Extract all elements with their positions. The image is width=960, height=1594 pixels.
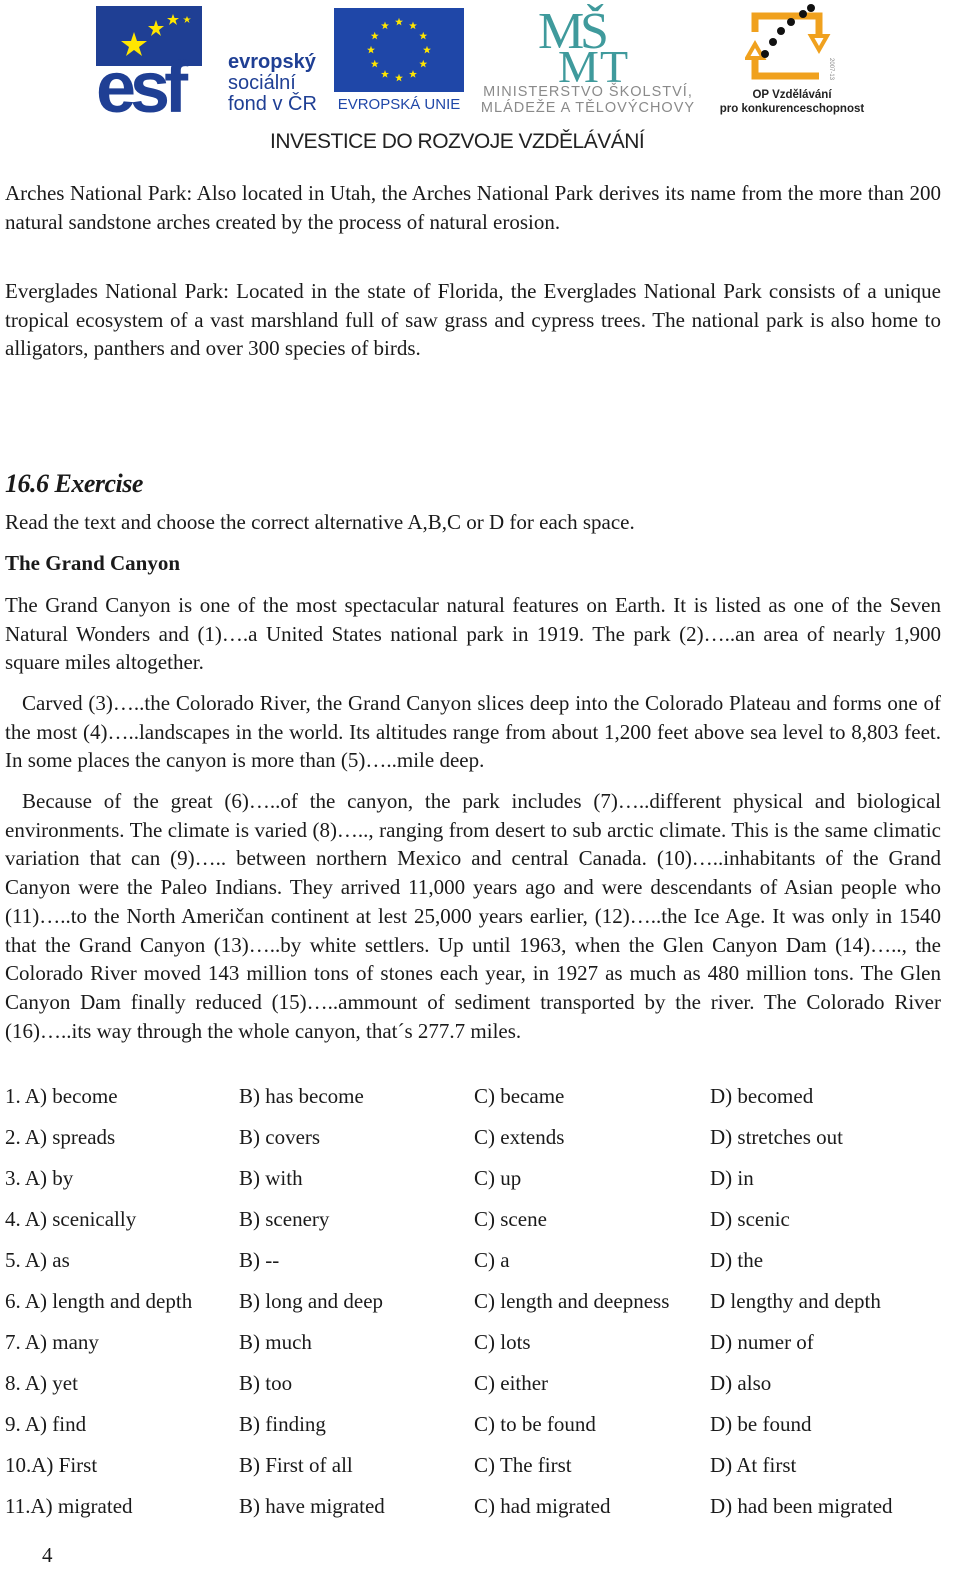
eu-flag-icon: [334, 8, 464, 92]
msmt-logo-icon: M Š M T: [538, 4, 628, 82]
option-b: B) covers: [239, 1125, 321, 1149]
funding-logos-header: esf evropský sociální fond v ČR EVROPSKÁ…: [0, 0, 960, 165]
passage-paragraph-3: Because of the great (6)…..of the canyon…: [5, 789, 941, 1043]
option-d: D) stretches out: [710, 1125, 843, 1149]
passage-title: The Grand Canyon: [5, 551, 181, 575]
option-b: B) has become: [239, 1084, 364, 1108]
option-c: C) scene: [474, 1207, 547, 1231]
option-a: 11.A) migrated: [5, 1494, 133, 1518]
option-d: D) in: [710, 1166, 754, 1190]
passage-paragraph-2: Carved (3)…..the Colorado River, the Gra…: [5, 691, 941, 773]
option-row: 9. A) find B) finding C) to be found D) be …: [5, 1412, 955, 1453]
op-line-2: pro konkurenceschopnost: [719, 103, 865, 115]
option-b: B) have migrated: [239, 1494, 385, 1518]
esf-line-2: sociální: [228, 72, 296, 94]
op-logo-icon: 2007-13: [745, 4, 834, 81]
option-b: B) long and deep: [239, 1289, 384, 1313]
option-b: B) with: [239, 1166, 303, 1190]
option-a: 6. A) length and depth: [5, 1289, 193, 1313]
option-b: B) --: [239, 1248, 280, 1272]
option-d: D) also: [710, 1371, 772, 1395]
esf-line-1: evropský: [228, 51, 316, 73]
passage-paragraph-1: The Grand Canyon is one of the most spec…: [5, 593, 941, 675]
svg-text:T: T: [600, 41, 628, 82]
option-row: 10.A) First B) First of all C) The first D)…: [5, 1453, 955, 1494]
op-label: OP Vzdělávání pro konkurenceschopnost: [712, 88, 872, 116]
eu-label: EVROPSKÁ UNIE: [337, 96, 461, 113]
op-line-1: OP Vzdělávání: [752, 89, 832, 101]
option-c: C) The first: [474, 1453, 572, 1477]
option-d: D) numer of: [710, 1330, 814, 1354]
option-a: 4. A) scenically: [5, 1207, 137, 1231]
option-c: C) became: [474, 1084, 565, 1108]
option-b: B) too: [239, 1371, 293, 1395]
msmt-line-1: MINISTERSTVO ŠKOLSTVÍ,: [483, 84, 693, 100]
option-a: 9. A) find: [5, 1412, 87, 1436]
arches-paragraph: Arches National Park: Also located in Ut…: [5, 181, 941, 234]
option-row: 8. A) yet B) too C) either D) also: [5, 1371, 955, 1412]
option-row: 2. A) spreads B) covers C) extends D) stret…: [5, 1125, 955, 1166]
esf-line-3: fond v ČR: [228, 93, 317, 115]
option-d: D) be found: [710, 1412, 812, 1436]
option-d: D) had been migrated: [710, 1494, 893, 1518]
option-b: B) finding: [239, 1412, 326, 1436]
option-a: 3. A) by: [5, 1166, 74, 1190]
answer-options: 1. A) become B) has become C) became D) bec…: [5, 1084, 955, 1535]
option-a: 8. A) yet: [5, 1371, 78, 1395]
option-d: D) At first: [710, 1453, 797, 1477]
option-a: 7. A) many: [5, 1330, 99, 1354]
option-c: C) had migrated: [474, 1494, 611, 1518]
option-row: 4. A) scenically B) scenery C) scene D) sce…: [5, 1207, 955, 1248]
option-a: 10.A) First: [5, 1453, 98, 1477]
option-d: D) the: [710, 1248, 764, 1272]
option-c: C) to be found: [474, 1412, 596, 1436]
option-b: B) much: [239, 1330, 312, 1354]
option-c: C) a: [474, 1248, 510, 1272]
option-b: B) First of all: [239, 1453, 353, 1477]
option-c: C) up: [474, 1166, 522, 1190]
option-c: C) extends: [474, 1125, 565, 1149]
option-d: D lengthy and depth: [710, 1289, 881, 1313]
svg-text:2007-13: 2007-13: [828, 58, 834, 81]
option-a: 1. A) become: [5, 1084, 118, 1108]
option-row: 3. A) by B) with C) up D) in: [5, 1166, 955, 1207]
esf-text: evropský sociální fond v ČR: [228, 52, 317, 115]
exercise-heading: 16.6 Exercise: [5, 469, 143, 498]
svg-text:M: M: [558, 41, 599, 82]
option-a: 2. A) spreads: [5, 1125, 116, 1149]
everglades-paragraph: Everglades National Park: Located in the…: [5, 279, 941, 361]
option-c: C) either: [474, 1371, 549, 1395]
page-number: 4: [42, 1543, 53, 1567]
option-b: B) scenery: [239, 1207, 330, 1231]
option-row: 6. A) length and depth B) long and deep C)…: [5, 1289, 955, 1330]
tagline: INVESTICE DO ROZVOJE VZDĚLÁVÁNÍ: [270, 130, 645, 153]
option-c: C) length and deepness: [474, 1289, 670, 1313]
msmt-label: MINISTERSTVO ŠKOLSTVÍ, MLÁDEŽE A TĚLOVÝC…: [470, 84, 706, 116]
msmt-line-2: MLÁDEŽE A TĚLOVÝCHOVY: [480, 100, 696, 116]
esf-logo-icon: esf: [96, 6, 202, 114]
option-row: 5. A) as B) -- C) a D) the: [5, 1248, 955, 1289]
svg-text:esf: esf: [96, 48, 189, 114]
exercise-instruction: Read the text and choose the correct alt…: [5, 510, 635, 534]
option-row: 1. A) become B) has become C) became D) bec…: [5, 1084, 955, 1125]
option-row: 7. A) many B) much C) lots D) numer of: [5, 1330, 955, 1371]
option-c: C) lots: [474, 1330, 531, 1354]
option-d: D) becomed: [710, 1084, 814, 1108]
option-d: D) scenic: [710, 1207, 790, 1231]
option-row: 11.A) migrated B) have migrated C) had mig…: [5, 1494, 955, 1535]
option-a: 5. A) as: [5, 1248, 70, 1272]
